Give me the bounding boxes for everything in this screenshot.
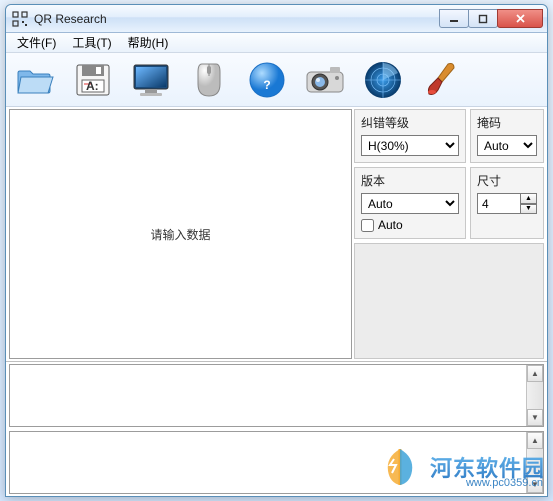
mask-group: 掩码 Auto [470,109,544,163]
scrollbar-2[interactable]: ▲ ▼ [526,432,543,493]
ecc-select[interactable]: H(30%) [361,135,459,156]
help-button[interactable]: ? [244,57,290,103]
version-label: 版本 [361,172,459,189]
size-up-button[interactable]: ▲ [520,193,537,204]
output-pane-2[interactable]: ▲ ▼ [9,431,544,494]
input-pane[interactable]: 请输入数据 [9,109,352,359]
screen-capture-button[interactable] [128,57,174,103]
input-placeholder: 请输入数据 [150,226,210,243]
menubar: 文件(F) 工具(T) 帮助(H) [6,33,547,53]
size-spinner: ▲ ▼ [521,193,537,214]
close-button[interactable] [497,9,543,28]
version-group: 版本 Auto Auto [354,167,466,239]
app-window: QR Research 文件(F) 工具(T) 帮助(H) A: ? [5,4,548,497]
scrollbar-1[interactable]: ▲ ▼ [526,365,543,426]
mask-select[interactable]: Auto [477,135,537,156]
menu-tools[interactable]: 工具(T) [65,32,118,53]
size-label: 尺寸 [477,172,537,189]
version-auto-input[interactable] [361,219,374,232]
version-auto-checkbox[interactable]: Auto [361,218,459,232]
qr-preview [354,243,544,359]
app-icon [12,11,28,27]
scroll-up-1[interactable]: ▲ [527,365,543,382]
ecc-group: 纠错等级 H(30%) [354,109,466,163]
ecc-label: 纠错等级 [361,114,459,131]
window-controls [440,9,543,28]
menu-help[interactable]: 帮助(H) [121,32,176,53]
scroll-down-2[interactable]: ▼ [527,476,543,493]
scroll-down-1[interactable]: ▼ [527,409,543,426]
maximize-button[interactable] [468,9,498,28]
version-auto-label: Auto [378,218,403,232]
size-down-button[interactable]: ▼ [520,204,537,215]
camera-button[interactable] [302,57,348,103]
toolbar: A: ? [6,53,547,107]
version-select[interactable]: Auto [361,193,459,214]
titlebar[interactable]: QR Research [6,5,547,33]
size-group: 尺寸 ▲ ▼ [470,167,544,239]
save-button[interactable]: A: [70,57,116,103]
minimize-button[interactable] [439,9,469,28]
svg-text:?: ? [263,78,270,92]
brush-button[interactable] [418,57,464,103]
bottom-panes: ▲ ▼ ▲ ▼ [6,362,547,496]
svg-text:A:: A: [86,79,99,93]
open-folder-button[interactable] [12,57,58,103]
settings-pane: 纠错等级 H(30%) 掩码 Auto 版本 Auto Auto [354,109,544,359]
scroll-up-2[interactable]: ▲ [527,432,543,449]
menu-file[interactable]: 文件(F) [10,32,63,53]
output-pane-1[interactable]: ▲ ▼ [9,364,544,427]
mouse-select-button[interactable] [186,57,232,103]
mask-label: 掩码 [477,114,537,131]
content-area: 请输入数据 纠错等级 H(30%) 掩码 Auto 版本 Auto [6,107,547,362]
scan-button[interactable] [360,57,406,103]
window-title: QR Research [34,12,440,26]
size-input[interactable] [477,193,521,214]
